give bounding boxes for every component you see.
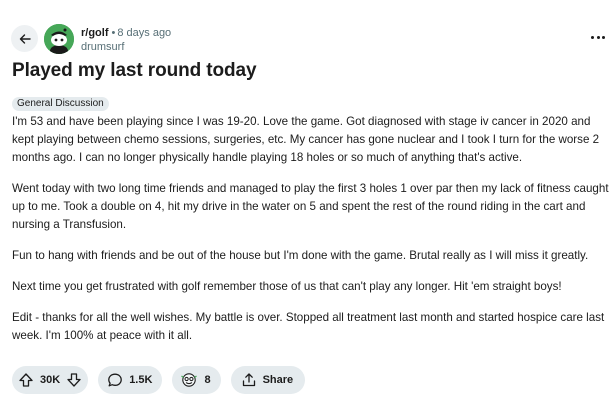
subreddit-avatar[interactable]	[44, 24, 74, 54]
subreddit-link[interactable]: r/golf	[81, 27, 109, 39]
post-paragraph: Next time you get frustrated with golf r…	[12, 280, 562, 293]
share-label: Share	[262, 374, 294, 386]
share-icon	[242, 373, 255, 387]
post-paragraph: Edit - thanks for all the well wishes. M…	[12, 311, 605, 342]
post-header: r/golf • 8 days ago drumsurf	[11, 24, 611, 58]
meta-separator: •	[111, 27, 116, 39]
post-paragraph: Went today with two long time friends an…	[12, 182, 609, 231]
vote-count: 30K	[40, 374, 61, 386]
upvote-arrow-icon	[19, 373, 33, 387]
award-icon	[181, 373, 198, 387]
post-paragraph: Fun to hang with friends and be out of t…	[12, 249, 589, 262]
post-paragraph: I'm 53 and have been playing since I was…	[12, 115, 600, 164]
comment-bubble-icon	[108, 373, 123, 387]
back-button[interactable]	[11, 25, 38, 52]
vote-control: 30K	[12, 366, 89, 394]
downvote-arrow-icon	[67, 373, 81, 387]
award-button[interactable]: 8	[172, 366, 221, 394]
share-button[interactable]: Share	[230, 366, 306, 394]
snoo-golfer-avatar-icon	[44, 24, 74, 54]
post-meta: r/golf • 8 days ago drumsurf	[81, 27, 171, 54]
author-link[interactable]: drumsurf	[81, 41, 171, 54]
post-title: Played my last round today	[12, 60, 257, 81]
post-timestamp: 8 days ago	[117, 27, 172, 39]
more-options-button[interactable]	[591, 30, 605, 44]
post-action-bar: 30K 1.5K 8 Share	[12, 366, 315, 394]
arrow-left-icon	[19, 33, 31, 44]
downvote-button[interactable]	[66, 372, 82, 388]
post-body: I'm 53 and have been playing since I was…	[12, 113, 612, 358]
more-horizontal-icon	[591, 35, 594, 39]
upvote-button[interactable]	[18, 372, 34, 388]
comment-count: 1.5K	[129, 374, 153, 386]
comments-button[interactable]: 1.5K	[98, 366, 163, 394]
post-flair[interactable]: General Discussion	[12, 97, 109, 111]
award-count: 8	[204, 374, 211, 386]
